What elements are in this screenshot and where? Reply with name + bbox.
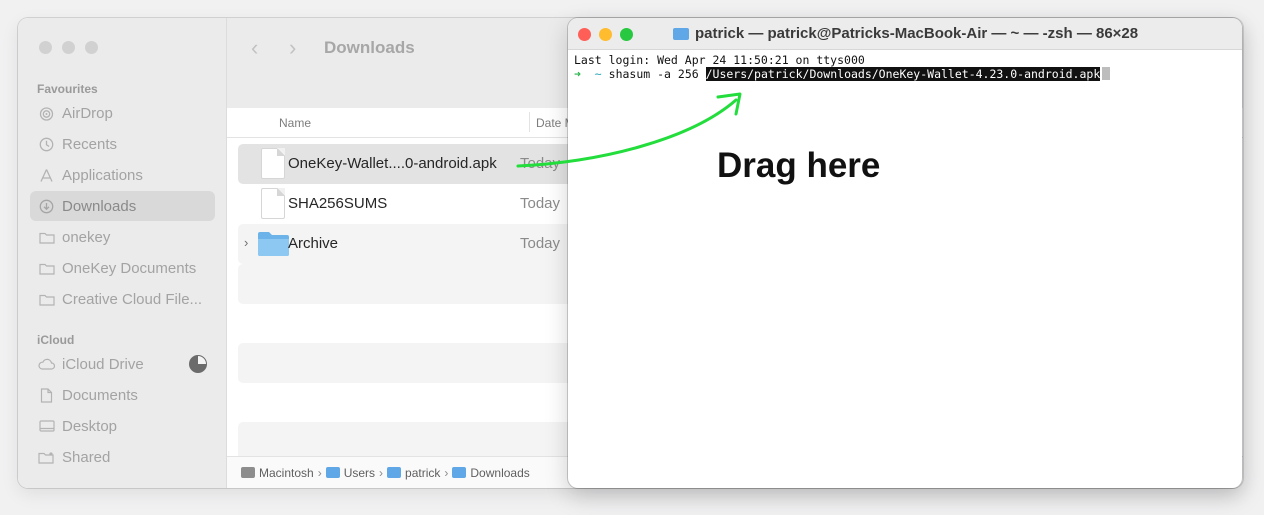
sidebar-item-label: Downloads xyxy=(62,197,137,215)
path-item-users[interactable]: Users xyxy=(325,466,375,480)
terminal-titlebar: patrick — patrick@Patricks-MacBook-Air —… xyxy=(568,18,1242,50)
sidebar-item-label: onekey xyxy=(62,228,111,246)
file-date: Today xyxy=(520,195,561,212)
path-separator: › xyxy=(379,465,384,480)
document-icon xyxy=(261,188,285,219)
folder-icon xyxy=(38,291,55,308)
sidebar-item-label: AirDrop xyxy=(62,104,113,122)
sidebar-item-label: iCloud Drive xyxy=(62,355,144,373)
drag-here-label: Drag here xyxy=(717,146,881,185)
close-button[interactable] xyxy=(578,28,591,41)
file-name: Archive xyxy=(288,235,339,252)
shared-folder-icon xyxy=(38,449,55,466)
sidebar-item-documents[interactable]: Documents xyxy=(30,380,215,410)
file-row-apk[interactable]: OneKey-Wallet....0-android.apk Today xyxy=(238,144,598,184)
empty-row xyxy=(238,264,598,304)
sidebar-item-creative-cloud[interactable]: Creative Cloud File... xyxy=(30,284,215,314)
path-item-downloads[interactable]: Downloads xyxy=(452,466,530,480)
forward-button[interactable]: › xyxy=(289,35,296,61)
sidebar-item-label: Desktop xyxy=(62,417,118,435)
path-item-patrick[interactable]: patrick xyxy=(387,466,440,480)
prompt-directory: ~ xyxy=(594,67,602,81)
sidebar-item-applications[interactable]: Applications xyxy=(30,160,215,190)
terminal-window-controls xyxy=(578,28,633,41)
sidebar-section-favourites: Favourites xyxy=(37,82,98,96)
last-login-line: Last login: Wed Apr 24 11:50:21 on ttys0… xyxy=(574,53,865,67)
folder-icon xyxy=(387,467,402,478)
close-button[interactable] xyxy=(39,41,52,54)
folder-icon xyxy=(452,467,467,478)
disk-icon xyxy=(241,467,255,478)
airdrop-icon xyxy=(38,105,55,122)
finder-sidebar: Favourites AirDrop Recents Applications … xyxy=(18,18,227,488)
folder-icon xyxy=(38,260,55,277)
file-date: Today xyxy=(520,155,561,172)
sidebar-item-onekey[interactable]: onekey xyxy=(30,222,215,252)
sidebar-item-label: Creative Cloud File... xyxy=(62,290,203,308)
folder-icon xyxy=(257,230,290,257)
zoom-button[interactable] xyxy=(85,41,98,54)
file-row-archive[interactable]: › Archive Today xyxy=(238,224,598,264)
zoom-button[interactable] xyxy=(620,28,633,41)
dropped-file-path: /Users/patrick/Downloads/OneKey-Wallet-4… xyxy=(705,67,1101,81)
sidebar-item-recents[interactable]: Recents xyxy=(30,129,215,159)
terminal-window: patrick — patrick@Patricks-MacBook-Air —… xyxy=(568,18,1242,488)
file-name: OneKey-Wallet....0-android.apk xyxy=(288,155,497,172)
applications-icon xyxy=(38,167,55,184)
file-row-sha256sums[interactable]: SHA256SUMS Today xyxy=(238,184,598,224)
sidebar-item-label: Shared xyxy=(62,448,111,466)
terminal-title: patrick — patrick@Patricks-MacBook-Air —… xyxy=(673,25,1138,42)
file-name: SHA256SUMS xyxy=(288,195,388,212)
path-item-macintosh[interactable]: Macintosh xyxy=(241,466,314,480)
prompt-arrow-icon: ➜ xyxy=(574,67,581,81)
sidebar-item-label: OneKey Documents xyxy=(62,259,197,277)
file-date: Today xyxy=(520,235,561,252)
folder-icon xyxy=(325,467,340,478)
minimize-button[interactable] xyxy=(62,41,75,54)
sidebar-section-icloud: iCloud xyxy=(37,333,75,347)
empty-row xyxy=(238,343,598,383)
path-separator: › xyxy=(317,465,322,480)
sidebar-item-onekey-documents[interactable]: OneKey Documents xyxy=(30,253,215,283)
document-icon xyxy=(261,148,285,179)
storage-pie-icon xyxy=(189,355,207,373)
command-text: shasum -a 256 xyxy=(601,67,706,81)
desktop-icon xyxy=(38,418,55,435)
folder-title: Downloads xyxy=(324,38,415,57)
text-cursor xyxy=(1102,67,1111,80)
sidebar-item-label: Recents xyxy=(62,135,118,153)
sidebar-item-shared[interactable]: Shared xyxy=(30,442,215,472)
terminal-output[interactable]: Last login: Wed Apr 24 11:50:21 on ttys0… xyxy=(574,53,1111,81)
sidebar-item-icloud-drive[interactable]: iCloud Drive xyxy=(30,349,215,379)
finder-window-controls xyxy=(39,41,98,54)
back-button[interactable]: ‹ xyxy=(251,35,258,61)
column-name-header[interactable]: Name xyxy=(279,116,311,130)
sidebar-item-airdrop[interactable]: AirDrop xyxy=(30,98,215,128)
sidebar-item-desktop[interactable]: Desktop xyxy=(30,411,215,441)
path-separator: › xyxy=(444,465,449,480)
download-icon xyxy=(38,198,55,215)
clock-icon xyxy=(38,136,55,153)
sidebar-item-label: Documents xyxy=(62,386,138,404)
folder-icon xyxy=(38,229,55,246)
minimize-button[interactable] xyxy=(599,28,612,41)
sidebar-item-downloads[interactable]: Downloads xyxy=(30,191,215,221)
cloud-icon xyxy=(38,356,55,373)
folder-icon xyxy=(673,27,689,40)
disclosure-triangle-icon[interactable]: › xyxy=(244,235,248,250)
sidebar-item-label: Applications xyxy=(62,166,143,184)
document-icon xyxy=(38,387,55,404)
